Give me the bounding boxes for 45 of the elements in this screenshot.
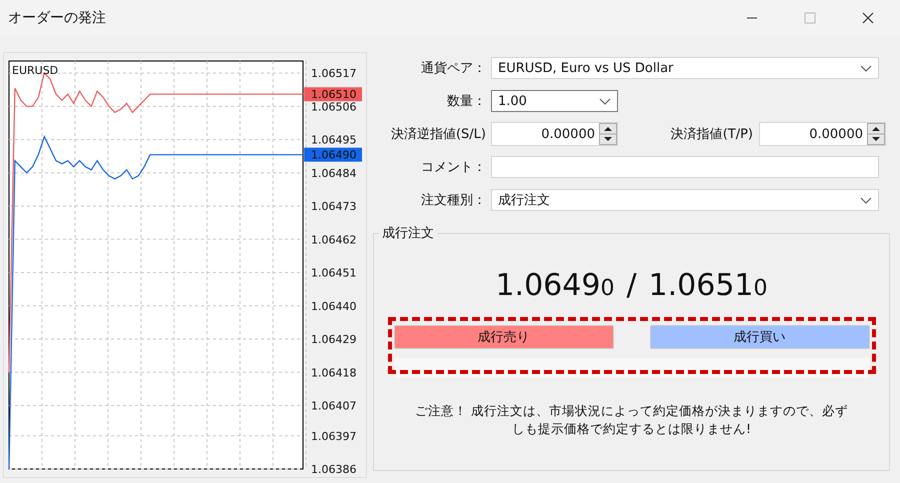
tick-label: 1.06451 xyxy=(311,266,356,280)
chevron-down-icon xyxy=(860,196,872,204)
currency-pair-select[interactable]: EURUSD, Euro vs US Dollar xyxy=(491,57,879,79)
chevron-down-icon xyxy=(860,64,872,72)
buy-button[interactable]: 成行買い xyxy=(650,325,870,349)
order-type-select[interactable]: 成行注文 xyxy=(491,189,879,211)
stop-loss-field[interactable]: 0.00000 xyxy=(491,122,618,146)
sell-button[interactable]: 成行売り xyxy=(394,325,614,349)
price-separator: / xyxy=(626,268,637,303)
field-label: 数量： xyxy=(446,93,487,110)
field-label: 通貨ペア： xyxy=(420,60,487,77)
field-label: 決済指値(T/P) xyxy=(670,126,754,143)
field-label: 決済逆指値(S/L) xyxy=(390,126,487,143)
window-title: オーダーの発注 xyxy=(7,9,106,27)
tick-label: 1.06484 xyxy=(311,166,356,180)
spinner-icon[interactable] xyxy=(867,123,885,145)
tick-label: 1.06429 xyxy=(311,333,356,346)
close-icon[interactable] xyxy=(862,12,874,24)
tick-label: 1.06407 xyxy=(311,400,356,413)
ask-price: 1.0651 xyxy=(648,268,754,303)
bid-price: 1.0649 xyxy=(495,268,600,303)
chevron-down-icon xyxy=(599,98,611,104)
comment-field[interactable] xyxy=(491,156,879,178)
tick-label: 1.06506 xyxy=(311,100,356,114)
tick-label: 1.06495 xyxy=(311,134,356,147)
notice-text: ご注意！ 成行注文は、市場状況によって約定価格が決まりますので、必ずしも提示価格で約定するとは限りません! xyxy=(414,402,849,438)
tick-label: 1.06462 xyxy=(311,233,356,246)
spinner-icon[interactable] xyxy=(599,123,617,145)
field-label: 注文種別： xyxy=(420,192,487,209)
volume-select[interactable]: 1.00 xyxy=(491,90,618,112)
field-label: コメント： xyxy=(420,159,487,176)
take-profit-field[interactable]: 0.00000 xyxy=(759,122,886,146)
maximize-icon xyxy=(804,12,816,24)
price-tag: 1.06510 xyxy=(304,87,362,102)
tick-label: 1.06473 xyxy=(311,200,356,214)
symbol-label: EURUSD xyxy=(12,64,58,77)
group-title: 成行注文 xyxy=(379,224,437,242)
price-tag: 1.06490 xyxy=(304,148,362,162)
tick-label: 1.06517 xyxy=(311,67,356,80)
bid-price-digit: 0 xyxy=(600,276,614,301)
tick-label: 1.06397 xyxy=(311,430,356,443)
tick-label: 1.06386 xyxy=(311,463,356,476)
tick-label: 1.06418 xyxy=(311,366,356,380)
ask-price-digit: 0 xyxy=(754,276,768,301)
tick-label: 1.06440 xyxy=(311,300,356,313)
